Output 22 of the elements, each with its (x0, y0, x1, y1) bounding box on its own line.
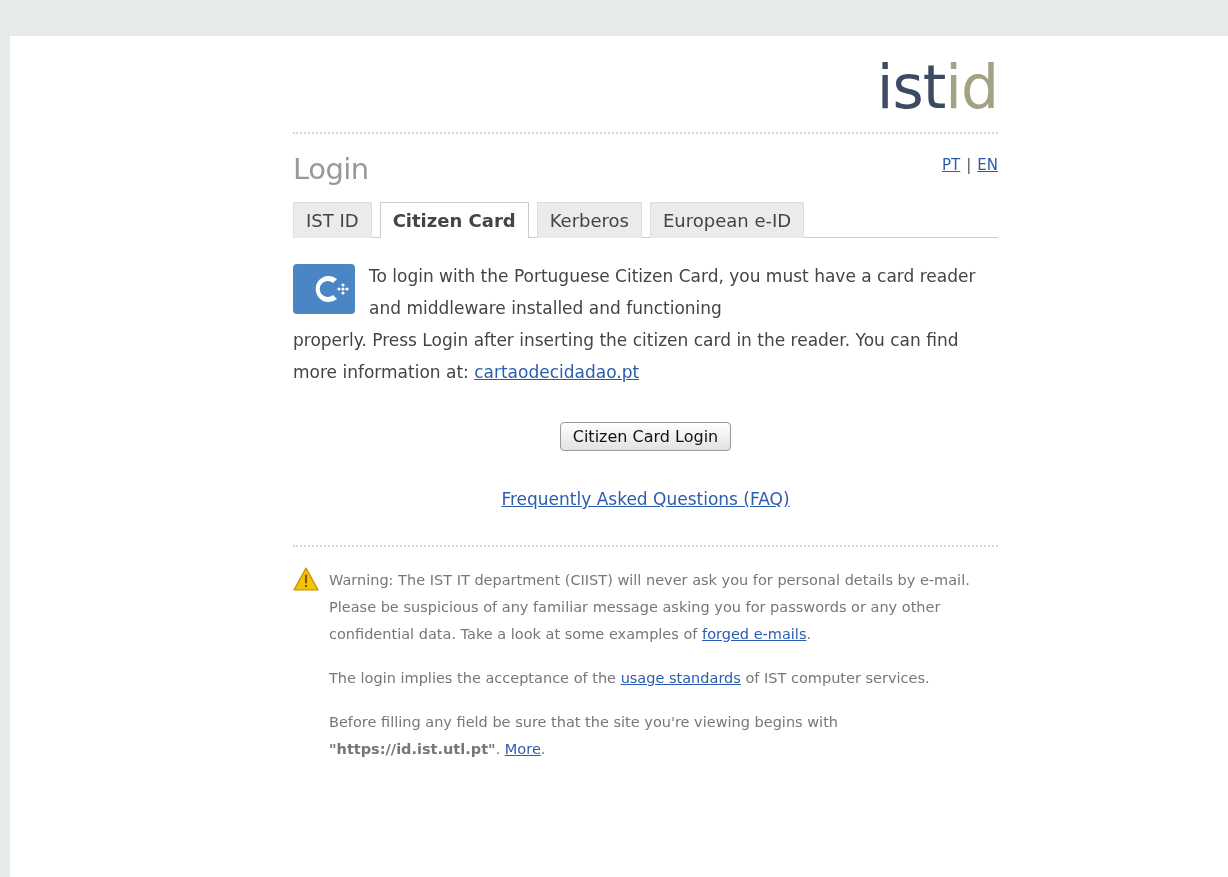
intro-text: To login with the Portuguese Citizen Card, you must have a card reader and middleware installed and functioning (369, 265, 977, 320)
note-link[interactable]: usage standards (620, 670, 741, 686)
intro-text: properly. Press Login after inserting the citizen card in the reader. You can find more information at: cartaodecidadao.pt (293, 329, 960, 384)
note-text: Warning: The IST IT department (CIIST) will never ask you for personal details by e-mail. Please be suspicious of any familiar message asking you for passwords or any other confidential data. Take a look at some examples of forged e-mails. (329, 571, 971, 644)
note-link[interactable]: More (504, 741, 541, 757)
logo: istid (876, 56, 998, 118)
page-heading: Login (293, 152, 369, 186)
website-link[interactable]: cartaodecidadao.pt (474, 362, 640, 382)
note-text: Before filling any field be sure that the site you're viewing begins with "https://id.ist.utl.pt". More. (329, 713, 839, 759)
tab[interactable]: IST ID (293, 202, 372, 238)
language-link[interactable]: EN (977, 156, 998, 174)
language-link[interactable]: PT (942, 156, 961, 174)
tab[interactable]: European e-ID (649, 202, 805, 238)
card-icon (293, 264, 355, 314)
tab[interactable]: Kerberos (536, 202, 642, 238)
faq-link[interactable]: Frequently Asked Questions (FAQ) (501, 489, 790, 509)
warning-icon (293, 567, 319, 591)
tab[interactable]: Citizen Card (379, 202, 529, 238)
note-link[interactable]: forged e-mails (702, 626, 807, 642)
note-text: The login implies the acceptance of the usage standards of IST computer services. (329, 669, 931, 688)
login-button[interactable]: Citizen Card Login (559, 422, 732, 451)
language-separator: | (966, 156, 972, 174)
